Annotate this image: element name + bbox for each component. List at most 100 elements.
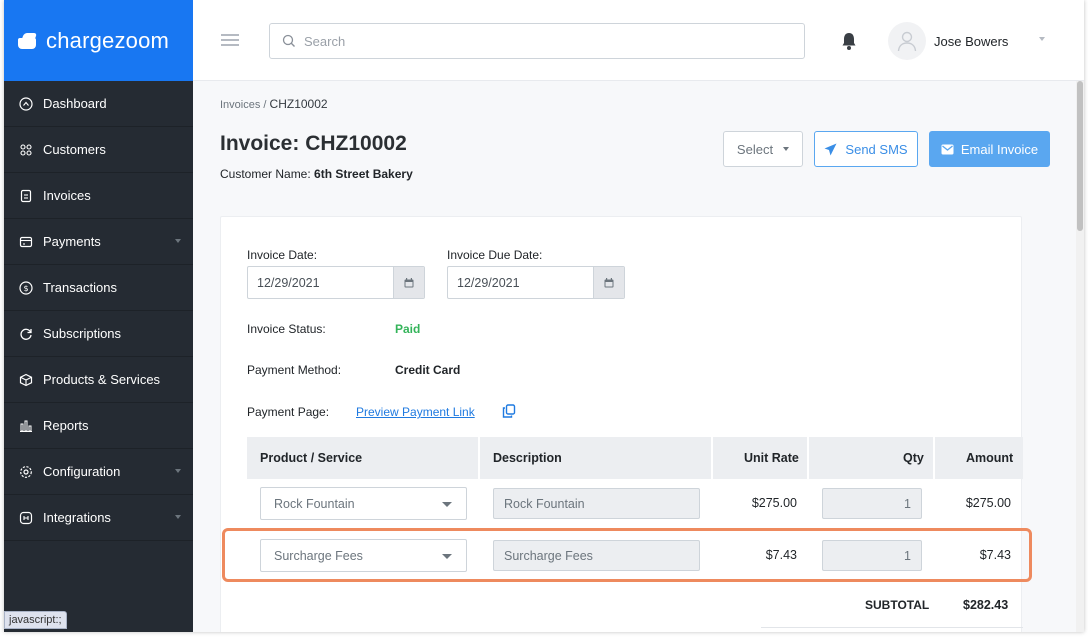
sidebar-item-customers[interactable]: Customers — [4, 127, 193, 173]
svg-text:$: $ — [23, 284, 28, 293]
status-bar-url: javascript:; — [4, 611, 67, 629]
send-sms-button[interactable]: Send SMS — [814, 131, 918, 167]
invoice-date-value[interactable]: 12/29/2021 — [248, 267, 393, 298]
sidebar-item-subscriptions[interactable]: Subscriptions — [4, 311, 193, 357]
top-header: Jose Bowers — [193, 0, 1084, 81]
bell-icon[interactable] — [840, 31, 858, 51]
sidebar: chargezoom Dashboard Customers Invoices … — [4, 0, 193, 632]
customer-name-value: 6th Street Bakery — [314, 167, 413, 181]
customer-name-label: Customer Name: — [220, 167, 315, 181]
invoice-status-label: Invoice Status: — [247, 322, 326, 336]
sidebar-item-label: Configuration — [43, 464, 121, 479]
column-header-product: Product / Service — [260, 451, 363, 465]
column-divider — [933, 437, 935, 479]
avatar[interactable] — [888, 22, 926, 60]
invoice-icon — [20, 189, 32, 202]
select-button-label: Select — [736, 141, 774, 157]
chargezoom-logo-icon — [18, 33, 36, 49]
page-scrollbar[interactable] — [1076, 81, 1084, 632]
column-header-qty: Qty — [903, 451, 924, 465]
search-box[interactable] — [269, 23, 805, 59]
search-input[interactable] — [304, 33, 784, 49]
sidebar-item-configuration[interactable]: Configuration — [4, 449, 193, 495]
page-title: Invoice: CHZ10002 — [220, 132, 407, 155]
sidebar-item-label: Dashboard — [43, 96, 107, 111]
wallet-icon — [19, 236, 33, 247]
chevron-down-icon — [783, 147, 790, 151]
preview-payment-link[interactable]: Preview Payment Link — [356, 405, 475, 419]
calendar-button[interactable] — [593, 267, 624, 298]
column-header-unit-rate: Unit Rate — [744, 451, 799, 465]
user-icon — [897, 31, 917, 52]
calendar-icon — [404, 277, 414, 287]
paper-plane-icon — [824, 143, 837, 155]
sidebar-item-label: Subscriptions — [43, 326, 122, 341]
brand-name: chargezoom — [46, 27, 170, 53]
select-dropdown-button[interactable]: Select — [723, 131, 803, 167]
chevron-down-icon — [175, 515, 181, 519]
copy-icon[interactable] — [502, 404, 516, 418]
sidebar-item-payments[interactable]: Payments — [4, 219, 193, 265]
scrollbar-thumb[interactable] — [1077, 81, 1083, 231]
sidebar-item-label: Products & Services — [43, 372, 161, 387]
dollar-circle-icon: $ — [19, 280, 33, 295]
user-name[interactable]: Jose Bowers — [934, 34, 1008, 49]
product-select[interactable]: Rock Fountain — [260, 487, 467, 520]
payment-method-value: Credit Card — [395, 363, 461, 377]
invoice-date-picker[interactable]: 12/29/2021 — [247, 266, 425, 299]
sidebar-item-label: Invoices — [43, 188, 91, 203]
sidebar-item-label: Reports — [43, 418, 89, 433]
breadcrumb: Invoices / CHZ10002 — [220, 97, 328, 111]
envelope-icon — [941, 144, 954, 154]
chevron-down-icon — [442, 502, 452, 507]
chevron-down-icon[interactable] — [1039, 37, 1045, 41]
sidebar-item-invoices[interactable]: Invoices — [4, 173, 193, 219]
users-icon — [20, 143, 32, 156]
sidebar-item-label: Integrations — [43, 510, 111, 525]
sidebar-item-transactions[interactable]: $ Transactions — [4, 265, 193, 311]
breadcrumb-current: CHZ10002 — [269, 97, 328, 111]
email-invoice-label: Email Invoice — [960, 141, 1039, 157]
sidebar-item-reports[interactable]: Reports — [4, 403, 193, 449]
invoice-status-value: Paid — [395, 322, 421, 336]
invoice-due-date-label: Invoice Due Date: — [447, 248, 543, 262]
send-sms-label: Send SMS — [845, 141, 908, 157]
plug-icon — [19, 511, 33, 524]
payment-method-label: Payment Method: — [247, 363, 342, 377]
chevron-down-icon — [175, 469, 181, 473]
amount-value: $275.00 — [965, 496, 1011, 510]
gear-icon — [20, 465, 32, 478]
sidebar-item-dashboard[interactable]: Dashboard — [4, 81, 193, 127]
breadcrumb-separator: / — [260, 99, 270, 111]
box-icon — [19, 373, 33, 386]
sidebar-item-integrations[interactable]: Integrations — [4, 495, 193, 541]
sidebar-item-products-services[interactable]: Products & Services — [4, 357, 193, 403]
subtotal-label: SUBTOTAL — [865, 598, 930, 612]
sidebar-item-label: Customers — [43, 142, 106, 157]
payment-page-label: Payment Page: — [247, 405, 330, 419]
app-window: chargezoom Dashboard Customers Invoices … — [4, 0, 1084, 632]
customer-name-line: Customer Name: 6th Street Bakery — [220, 167, 413, 181]
home-icon — [19, 96, 33, 111]
unit-rate-value: $275.00 — [751, 496, 797, 510]
subtotal-value: $282.43 — [963, 598, 1009, 612]
calendar-icon — [604, 277, 614, 287]
column-divider — [807, 437, 809, 479]
brand-logo[interactable]: chargezoom — [4, 0, 193, 81]
hamburger-menu-icon[interactable] — [221, 34, 239, 46]
invoice-due-date-picker[interactable]: 12/29/2021 — [447, 266, 625, 299]
column-divider — [478, 437, 480, 479]
sidebar-item-label: Transactions — [43, 280, 117, 295]
search-icon — [282, 34, 295, 47]
column-header-description: Description — [493, 451, 562, 465]
highlight-box — [222, 528, 1032, 582]
column-header-amount: Amount — [966, 451, 1014, 465]
chevron-down-icon — [175, 239, 181, 243]
email-invoice-button[interactable]: Email Invoice — [929, 131, 1050, 167]
invoice-due-date-value[interactable]: 12/29/2021 — [448, 267, 593, 298]
bar-chart-icon — [20, 420, 32, 432]
description-field[interactable]: Rock Fountain — [493, 488, 700, 519]
qty-field[interactable]: 1 — [822, 488, 922, 519]
breadcrumb-invoices-link[interactable]: Invoices — [220, 99, 260, 111]
calendar-button[interactable] — [393, 267, 424, 298]
